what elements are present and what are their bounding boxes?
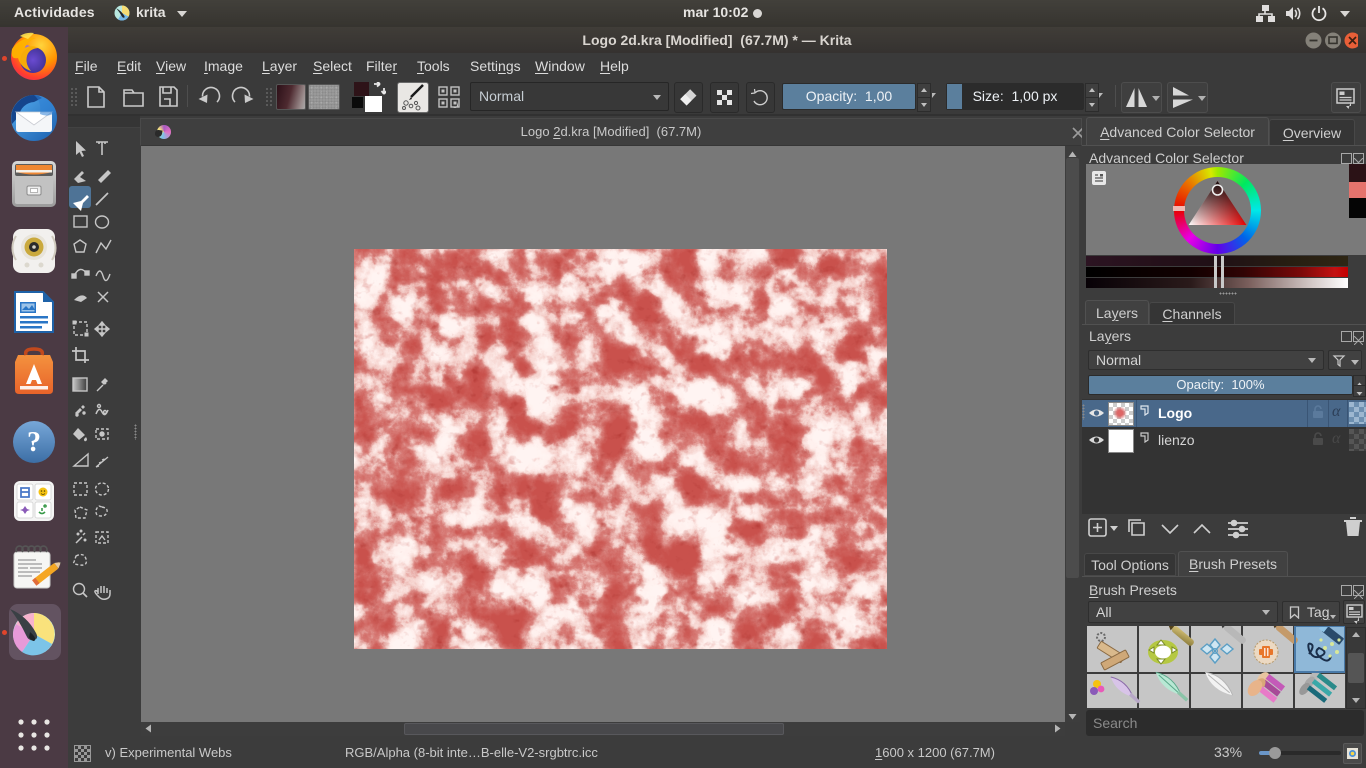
svg-text:?: ? — [27, 427, 41, 458]
